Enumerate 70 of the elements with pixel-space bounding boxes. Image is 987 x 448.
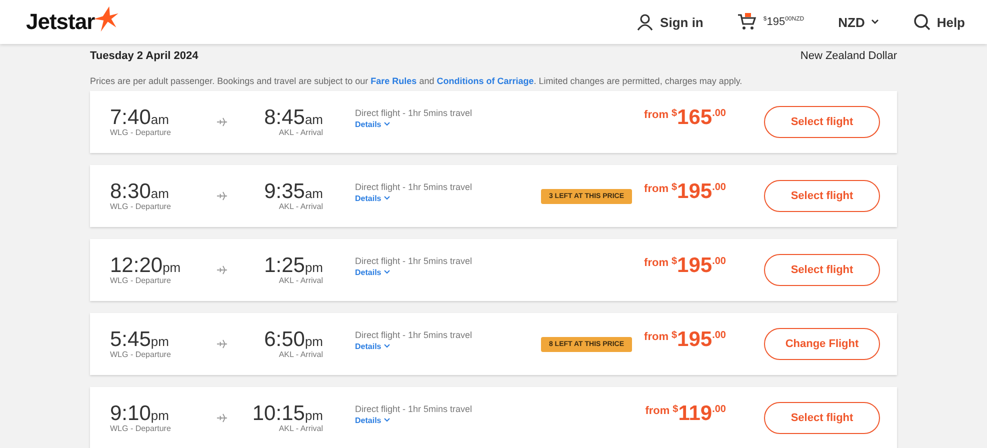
search-icon [912, 13, 931, 31]
jetstar-logo[interactable]: Jetstar [26, 9, 119, 35]
departure-label: WLG - Departure [110, 128, 172, 137]
departure-time: 12:20pm [110, 255, 182, 276]
arrival-label: AKL - Arrival [278, 424, 323, 433]
chevron-down-icon [384, 270, 390, 274]
chevron-down-icon [870, 19, 879, 25]
plane-icon [217, 413, 227, 423]
from-label: from [644, 257, 668, 269]
details-link[interactable]: Details [355, 342, 472, 350]
arrival-label: AKL - Arrival [278, 128, 323, 137]
currency-name: New Zealand Dollar [800, 50, 897, 62]
departure-time: 5:45pm [110, 329, 170, 350]
fare-price: $^{$}$195$^{.00}$ [671, 254, 726, 278]
from-label: from [644, 183, 668, 195]
departure-time: 8:30am [110, 181, 170, 202]
arrival-label: AKL - Arrival [278, 350, 323, 359]
flight-info: Direct flight - 1hr 5mins travel [355, 108, 472, 118]
flight-info: Direct flight - 1hr 5mins travel [355, 256, 472, 266]
chevron-down-icon [384, 344, 390, 348]
flight-info: Direct flight - 1hr 5mins travel [355, 330, 472, 340]
cart-link[interactable]: $^{$}$195$^{00NZD}$ [737, 13, 804, 31]
select-flight-button[interactable]: Change Flight [764, 328, 880, 360]
help-link[interactable]: Help [912, 13, 965, 31]
plane-icon [217, 117, 227, 127]
plane-icon [217, 339, 227, 349]
flight-info: Direct flight - 1hr 5mins travel [355, 404, 472, 414]
date-heading: Tuesday 2 April 2024 [90, 50, 198, 62]
cart-icon [737, 13, 758, 31]
from-label: from [645, 405, 670, 417]
fare-price: $^{$}$165$^{.00}$ [671, 106, 726, 130]
from-label: from [644, 109, 668, 121]
notice-link[interactable]: Conditions of Carriage [436, 76, 534, 86]
currency-dropdown[interactable]: NZD [838, 14, 879, 30]
departure-label: WLG - Departure [110, 424, 172, 433]
fare-price: $^{$}$119$^{.00}$ [672, 402, 726, 426]
arrival-label: AKL - Arrival [278, 202, 323, 211]
arrival-time: 9:35am [264, 181, 323, 202]
flight-info: Direct flight - 1hr 5mins travel [355, 182, 472, 192]
departure-time: 9:10pm [110, 403, 170, 424]
details-link[interactable]: Details [355, 194, 472, 202]
logo-text: Jetstar [26, 9, 95, 35]
chevron-down-icon [384, 122, 390, 126]
departure-label: WLG - Departure [110, 202, 172, 211]
person-icon [636, 13, 654, 31]
details-link[interactable]: Details [355, 416, 472, 424]
select-flight-button[interactable]: Select flight [764, 254, 880, 286]
departure-label: WLG - Departure [110, 350, 172, 359]
sign-in-link[interactable]: Sign in [636, 13, 704, 31]
arrival-time: 8:45am [264, 107, 323, 128]
details-link[interactable]: Details [355, 268, 472, 276]
select-flight-button[interactable]: Select flight [764, 402, 880, 434]
plane-icon [217, 191, 227, 201]
fare-notice: Prices are per adult passenger. Bookings and travel are subject to our Fare Rules and Conditions of Carriage. Limited changes are permitted, charges may apply. [90, 76, 744, 86]
chevron-down-icon [384, 196, 390, 200]
arrival-label: AKL - Arrival [278, 276, 323, 285]
arrival-time: 6:50pm [264, 329, 323, 350]
chevron-down-icon [384, 418, 390, 422]
from-label: from [644, 331, 668, 343]
select-flight-button[interactable]: Select flight [764, 180, 880, 212]
departure-label: WLG - Departure [110, 276, 172, 285]
notice-link[interactable]: Fare Rules [370, 76, 417, 86]
departure-time: 7:40am [110, 107, 170, 128]
plane-icon [217, 265, 227, 275]
arrival-time: 1:25pm [264, 255, 323, 276]
select-flight-button[interactable]: Select flight [764, 106, 880, 138]
fare-price: $^{$}$195$^{.00}$ [671, 328, 726, 352]
details-link[interactable]: Details [355, 120, 472, 128]
fare-price: $^{$}$195$^{.00}$ [671, 180, 726, 204]
arrival-time: 10:15pm [252, 403, 323, 424]
